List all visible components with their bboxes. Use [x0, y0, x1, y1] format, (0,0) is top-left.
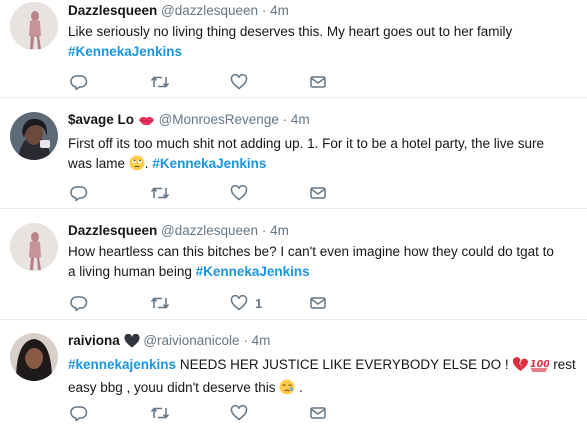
message-button[interactable] [309, 294, 327, 312]
hundred-points-icon: 100 [529, 357, 551, 378]
tweet[interactable]: Dazzlesqueen @dazzlesqueen · 4m Like ser… [0, 0, 587, 98]
hashtag-link[interactable]: #KennekaJenkins [152, 156, 266, 171]
tweet-actions [68, 73, 368, 91]
message-button[interactable] [309, 184, 327, 202]
tweet-text: How heartless can this bitches be? I can… [68, 242, 581, 282]
heart-icon [230, 74, 248, 90]
rolling-eyes-emoji-icon [129, 155, 145, 177]
display-name[interactable]: Dazzlesqueen [68, 223, 157, 238]
tweet-text-line: First off its too much shit not adding u… [68, 136, 544, 151]
tweet-feed: Dazzlesqueen @dazzlesqueen · 4m Like ser… [0, 0, 587, 426]
message-button[interactable] [309, 73, 327, 91]
reply-button[interactable] [70, 73, 88, 91]
user-handle[interactable]: @dazzlesqueen [161, 3, 258, 18]
hashtag-link[interactable]: #KennekaJenkins [196, 264, 310, 279]
broken-heart-icon [512, 357, 529, 378]
portrait-avatar [10, 333, 58, 381]
like-button[interactable] [230, 404, 248, 422]
tweet-text-line: NEEDS HER JUSTICE LIKE EVERYBODY ELSE DO… [179, 357, 509, 372]
reply-icon [70, 406, 88, 421]
timestamp[interactable]: 4m [291, 112, 310, 127]
punctuation: . [299, 380, 303, 395]
envelope-icon [310, 76, 326, 88]
reply-icon [70, 75, 88, 90]
display-name[interactable]: raiviona [68, 333, 120, 348]
timestamp[interactable]: 4m [270, 223, 289, 238]
retweet-icon [150, 297, 170, 309]
reply-button[interactable] [70, 184, 88, 202]
retweet-button[interactable] [150, 184, 170, 202]
retweet-button[interactable] [150, 294, 170, 312]
tweet-text-line: a living human being [68, 264, 192, 279]
avatar[interactable] [10, 2, 58, 50]
avatar[interactable] [10, 223, 58, 271]
tweet-text-line: was lame [68, 156, 126, 171]
retweet-icon [150, 187, 170, 199]
user-handle[interactable]: @dazzlesqueen [161, 223, 258, 238]
hashtag-link[interactable]: #kennekajenkins [68, 357, 176, 372]
black-heart-icon [124, 333, 140, 353]
like-button[interactable] [230, 73, 248, 91]
separator-dot: · [261, 223, 267, 238]
hashtag-link[interactable]: #KennekaJenkins [68, 44, 182, 59]
tweet-text-line: rest [553, 357, 576, 372]
tweet[interactable]: $avage Lo @MonroesRevenge · 4m First off… [0, 98, 587, 209]
tweet[interactable]: raiviona @raivionanicole · 4m #kennekaje… [0, 320, 587, 426]
reply-button[interactable] [70, 404, 88, 422]
tweet-text-line: Like seriously no living thing deserves … [68, 24, 513, 39]
like-count: 1 [255, 295, 263, 311]
crying-face-emoji-icon [279, 379, 295, 401]
avatar[interactable] [10, 333, 58, 381]
timestamp[interactable]: 4m [270, 3, 289, 18]
tweet-actions [68, 404, 368, 422]
retweet-icon [150, 76, 170, 88]
punctuation: . [144, 156, 149, 171]
heart-icon [230, 295, 248, 311]
display-name[interactable]: Dazzlesqueen [68, 3, 157, 18]
kiss-lips-icon [138, 114, 155, 132]
tweet-text: Like seriously no living thing deserves … [68, 22, 581, 62]
display-name[interactable]: $avage Lo [68, 112, 134, 127]
tweet-text-line: How heartless can this bitches be? I can… [68, 244, 554, 259]
separator-dot: · [282, 112, 288, 127]
user-handle[interactable]: @MonroesRevenge [159, 112, 279, 127]
separator-dot: · [261, 3, 267, 18]
tweet[interactable]: Dazzlesqueen @dazzlesqueen · 4m How hear… [0, 209, 587, 320]
retweet-button[interactable] [150, 73, 170, 91]
tweet-actions: 1 [68, 294, 368, 312]
reply-icon [70, 186, 88, 201]
tweet-actions [68, 184, 368, 202]
timestamp[interactable]: 4m [252, 333, 271, 348]
selfie-avatar [10, 112, 58, 160]
tweet-text: #kennekajenkins NEEDS HER JUSTICE LIKE E… [68, 355, 581, 401]
separator-dot: · [243, 333, 248, 348]
envelope-icon [310, 407, 326, 419]
like-button[interactable]: 1 [230, 294, 262, 312]
heart-icon [230, 185, 248, 201]
tweet-text-line: easy bbg , youu didn't deserve this [68, 380, 276, 395]
reply-button[interactable] [70, 294, 88, 312]
envelope-icon [310, 187, 326, 199]
retweet-button[interactable] [150, 404, 170, 422]
svg-text:100: 100 [530, 359, 549, 370]
woman-photo-avatar [10, 223, 58, 271]
user-handle[interactable]: @raivionanicole [143, 333, 239, 348]
woman-photo-avatar [10, 2, 58, 50]
reply-icon [70, 296, 88, 311]
envelope-icon [310, 297, 326, 309]
message-button[interactable] [309, 404, 327, 422]
tweet-text: First off its too much shit not adding u… [68, 134, 581, 177]
avatar[interactable] [10, 112, 58, 160]
heart-icon [230, 405, 248, 421]
retweet-icon [150, 407, 170, 419]
like-button[interactable] [230, 184, 248, 202]
